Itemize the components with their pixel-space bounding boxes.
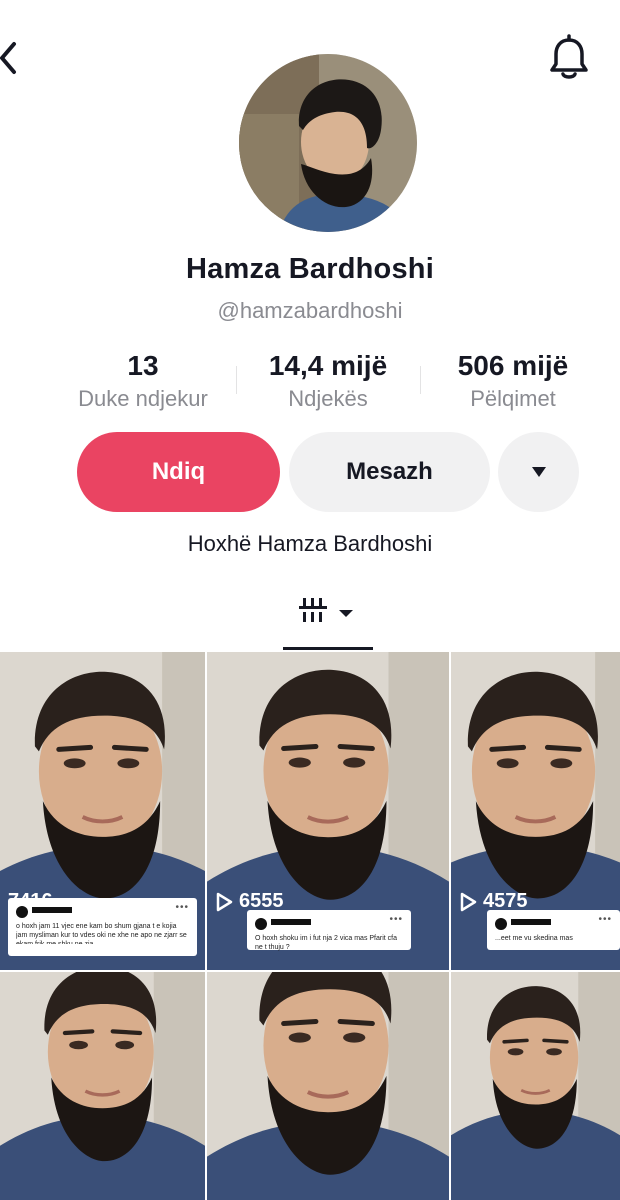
content-tabs xyxy=(0,590,620,652)
profile-handle: @hamzabardhoshi xyxy=(217,298,403,323)
play-icon xyxy=(216,892,233,911)
follow-button[interactable]: Ndiq xyxy=(77,432,280,512)
video-caption-text: o hoxh jam 11 vjec ene kam bo shum gjana… xyxy=(16,923,187,944)
video-tile[interactable]: ••• ...eet me vu skedina mas 4575 xyxy=(451,652,620,970)
profile-name: Hamza Bardhoshi xyxy=(186,253,434,285)
video-caption-card: ••• ...eet me vu skedina mas xyxy=(487,910,620,950)
back-icon[interactable] xyxy=(0,38,22,78)
video-view-count: 4575 xyxy=(459,890,528,913)
stat-label: Ndjekës xyxy=(288,386,368,411)
stat-label: Pëlqimet xyxy=(470,386,556,411)
redacted-name xyxy=(271,919,311,925)
redacted-name xyxy=(511,919,551,925)
stat-value: 14,4 mijë xyxy=(268,350,388,381)
bell-icon[interactable] xyxy=(546,34,592,82)
more-dots-icon: ••• xyxy=(389,914,403,925)
video-caption-text: O hoxh shoku im i fut nja 2 vica mas Pfa… xyxy=(255,935,398,951)
video-tile[interactable]: ••• o hoxh jam 11 vjec ene kam bo shum gj… xyxy=(0,652,205,970)
view-count-text: 7416 xyxy=(8,890,53,912)
caret-down-icon xyxy=(531,467,546,477)
view-count-text: 6555 xyxy=(239,890,284,912)
video-view-count: 6555 xyxy=(215,890,284,913)
divider xyxy=(236,366,237,394)
video-tile[interactable] xyxy=(207,972,449,1200)
avatar-dot-icon xyxy=(495,918,507,930)
avatar[interactable] xyxy=(239,54,417,232)
video-grid: ••• o hoxh jam 11 vjec ene kam bo shum gj… xyxy=(0,652,620,1200)
stat-value: 13 xyxy=(127,350,159,381)
message-button[interactable]: Mesazh xyxy=(289,432,490,512)
divider xyxy=(420,366,421,394)
video-caption-card: ••• O hoxh shoku im i fut nja 2 vica mas … xyxy=(247,910,411,951)
play-icon xyxy=(460,892,477,911)
more-options-button[interactable] xyxy=(498,432,579,512)
tab-videos[interactable] xyxy=(283,590,373,652)
stat-followers[interactable]: 14,4 mijë Ndjekës xyxy=(238,350,418,412)
stat-following[interactable]: 13 Duke ndjekur xyxy=(60,350,226,412)
video-tile[interactable] xyxy=(0,972,205,1200)
avatar-dot-icon xyxy=(255,918,267,930)
video-tile[interactable]: ••• O hoxh shoku im i fut nja 2 vica mas … xyxy=(207,652,449,970)
stat-value: 506 mijë xyxy=(457,350,569,381)
video-view-count: 7416 xyxy=(8,890,53,913)
more-dots-icon: ••• xyxy=(598,914,612,925)
more-dots-icon: ••• xyxy=(175,902,189,913)
view-count-text: 4575 xyxy=(483,890,528,912)
stat-likes[interactable]: 506 mijë Pëlqimet xyxy=(430,350,596,412)
stat-label: Duke ndjekur xyxy=(78,386,208,411)
video-grid-icon xyxy=(299,598,353,622)
video-caption-text: ...eet me vu skedina mas xyxy=(495,935,573,942)
tab-indicator xyxy=(283,647,373,650)
video-tile[interactable] xyxy=(451,972,620,1200)
profile-bio: Hoxhë Hamza Bardhoshi xyxy=(187,531,433,556)
